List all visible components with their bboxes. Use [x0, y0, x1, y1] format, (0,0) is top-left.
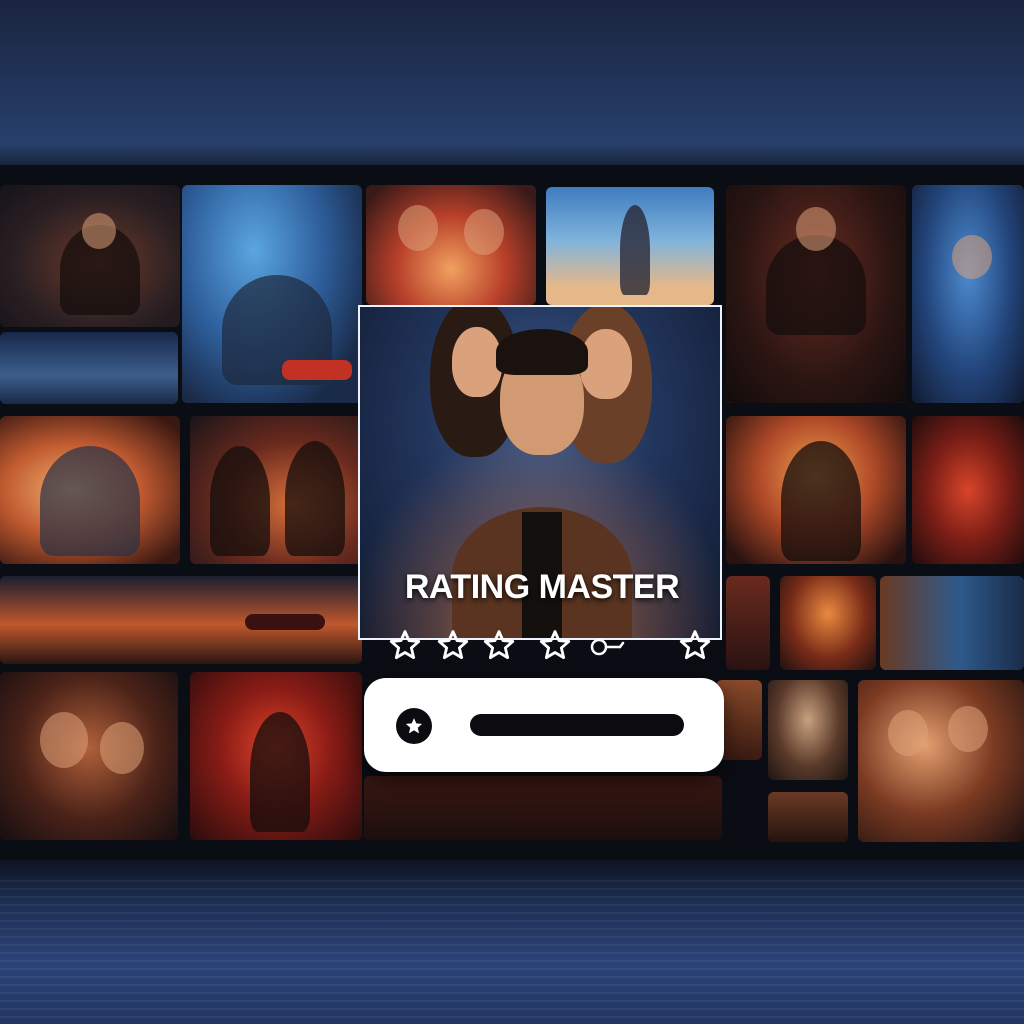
poster-tile[interactable]: [0, 672, 178, 840]
star-badge-icon[interactable]: [396, 708, 432, 744]
poster-tile[interactable]: [190, 416, 362, 564]
star-icon[interactable]: [538, 628, 572, 662]
poster-tile[interactable]: [780, 576, 876, 670]
poster-tile[interactable]: [726, 416, 906, 564]
magnifier-icon[interactable]: [590, 632, 626, 662]
rating-slider-track[interactable]: [470, 714, 684, 736]
poster-tile[interactable]: [912, 416, 1024, 564]
poster-tile[interactable]: [0, 416, 180, 564]
poster-tile[interactable]: [858, 680, 1024, 842]
poster-tile[interactable]: [912, 185, 1024, 403]
floor-texture: [0, 880, 1024, 1024]
star-icon[interactable]: [482, 628, 516, 662]
app-title: RATING MASTER: [404, 568, 680, 606]
poster-tile[interactable]: [768, 680, 848, 780]
poster-tile[interactable]: [364, 776, 722, 840]
poster-tile[interactable]: [0, 576, 362, 664]
poster-tile[interactable]: [190, 672, 362, 840]
poster-tile[interactable]: [546, 187, 714, 305]
poster-tile[interactable]: [182, 185, 362, 403]
star-rating[interactable]: [388, 628, 718, 670]
poster-tile[interactable]: [366, 185, 536, 305]
poster-tile[interactable]: [726, 185, 906, 403]
poster-tile[interactable]: [768, 792, 848, 842]
star-icon[interactable]: [678, 628, 712, 662]
star-icon[interactable]: [436, 628, 470, 662]
poster-tile[interactable]: [726, 576, 770, 670]
poster-tile[interactable]: [880, 576, 1024, 670]
poster-tile[interactable]: [0, 185, 180, 327]
star-icon[interactable]: [388, 628, 422, 662]
rating-bar[interactable]: [364, 678, 724, 772]
poster-tile[interactable]: [0, 332, 178, 404]
